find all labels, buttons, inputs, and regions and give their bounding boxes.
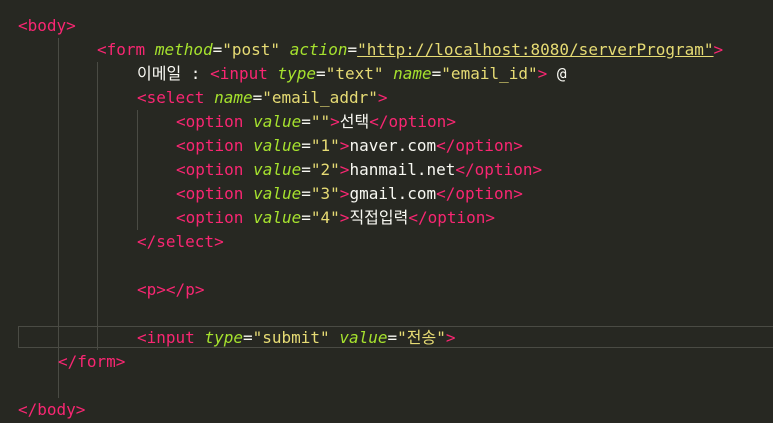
attr-name: name — [393, 64, 432, 83]
attr-value: value — [253, 112, 302, 131]
string-type: "text" — [325, 64, 384, 83]
code-line-p: <p></p> — [137, 280, 205, 299]
attr-value: value — [339, 328, 388, 347]
text-option: 선택 — [339, 112, 370, 131]
attr-type: type — [277, 64, 317, 83]
text-at-sign: @ — [547, 64, 567, 83]
code-editor[interactable]: <body> <form method="post" action="http:… — [0, 0, 773, 423]
string-type: "submit" — [252, 328, 330, 347]
string-name: "email_id" — [441, 64, 538, 83]
tag-option: option — [185, 208, 244, 227]
text-option: hanmail.net — [349, 160, 456, 179]
code-line-option-1: <option value="1">naver.com</option> — [176, 136, 523, 155]
attr-type: type — [204, 328, 243, 347]
tag-option-close: option — [388, 112, 447, 131]
string-option-value: "2" — [310, 160, 340, 179]
indent-guide-2 — [97, 62, 98, 350]
attr-value: value — [253, 136, 302, 155]
tag-select: select — [146, 88, 205, 107]
text-option: gmail.com — [349, 184, 437, 203]
tag-input: input — [219, 64, 268, 83]
indent-guide-3 — [137, 110, 138, 230]
attr-value: value — [253, 208, 302, 227]
code-line-email-input: 이메일 : <input type="text" name="email_id"… — [137, 64, 567, 83]
tag-p: p — [146, 280, 157, 299]
tag-option: option — [185, 160, 244, 179]
code-line-option-2: <option value="2">hanmail.net</option> — [176, 160, 543, 179]
tag-form-close: form — [77, 352, 116, 371]
tag-select-close: select — [156, 232, 215, 251]
attr-name: name — [214, 88, 253, 107]
string-action-url[interactable]: "http://localhost:8080/serverProgram" — [357, 40, 713, 59]
tag-body: body — [27, 16, 67, 35]
code-line-select-close: </select> — [137, 232, 224, 251]
tag-p-close: p — [185, 280, 195, 299]
tag-option: option — [185, 184, 244, 203]
string-option-value: "" — [310, 112, 331, 131]
string-option-value: "4" — [310, 208, 340, 227]
tag-option: option — [185, 136, 244, 155]
code-line-option-3: <option value="3">gmail.com</option> — [176, 184, 523, 203]
code-line-submit-input: <input type="submit" value="전송"> — [137, 328, 456, 347]
code-line-body-open: <body> — [18, 16, 76, 35]
tag-option-close: option — [427, 208, 486, 227]
tag-input: input — [146, 328, 195, 347]
code-line-form-close: </form> — [58, 352, 126, 371]
tag-body-close: body — [37, 400, 76, 419]
attr-value: value — [253, 184, 302, 203]
code-line-option-0: <option value="">선택</option> — [176, 112, 456, 131]
code-line-form-open: <form method="post" action="http://local… — [97, 40, 724, 59]
string-option-value: "3" — [310, 184, 340, 203]
code-line-body-close: </body> — [18, 400, 86, 419]
text-option: 직접입력 — [349, 208, 409, 227]
string-select-name: "email_addr" — [262, 88, 378, 107]
attr-value: value — [253, 160, 302, 179]
code-line-option-4: <option value="4">직접입력</option> — [176, 208, 496, 227]
tag-option-close: option — [474, 160, 533, 179]
string-method: "post" — [222, 40, 281, 59]
string-value: "전송" — [397, 328, 446, 347]
tag-option: option — [185, 112, 244, 131]
code-line-select-open: <select name="email_addr"> — [137, 88, 388, 107]
string-option-value: "1" — [310, 136, 340, 155]
attr-action: action — [289, 40, 348, 59]
text-email-label: 이메일 : — [137, 64, 211, 83]
tag-form: form — [106, 40, 146, 59]
text-option: naver.com — [349, 136, 437, 155]
attr-method: method — [154, 40, 213, 59]
tag-option-close: option — [455, 184, 514, 203]
tag-option-close: option — [455, 136, 514, 155]
